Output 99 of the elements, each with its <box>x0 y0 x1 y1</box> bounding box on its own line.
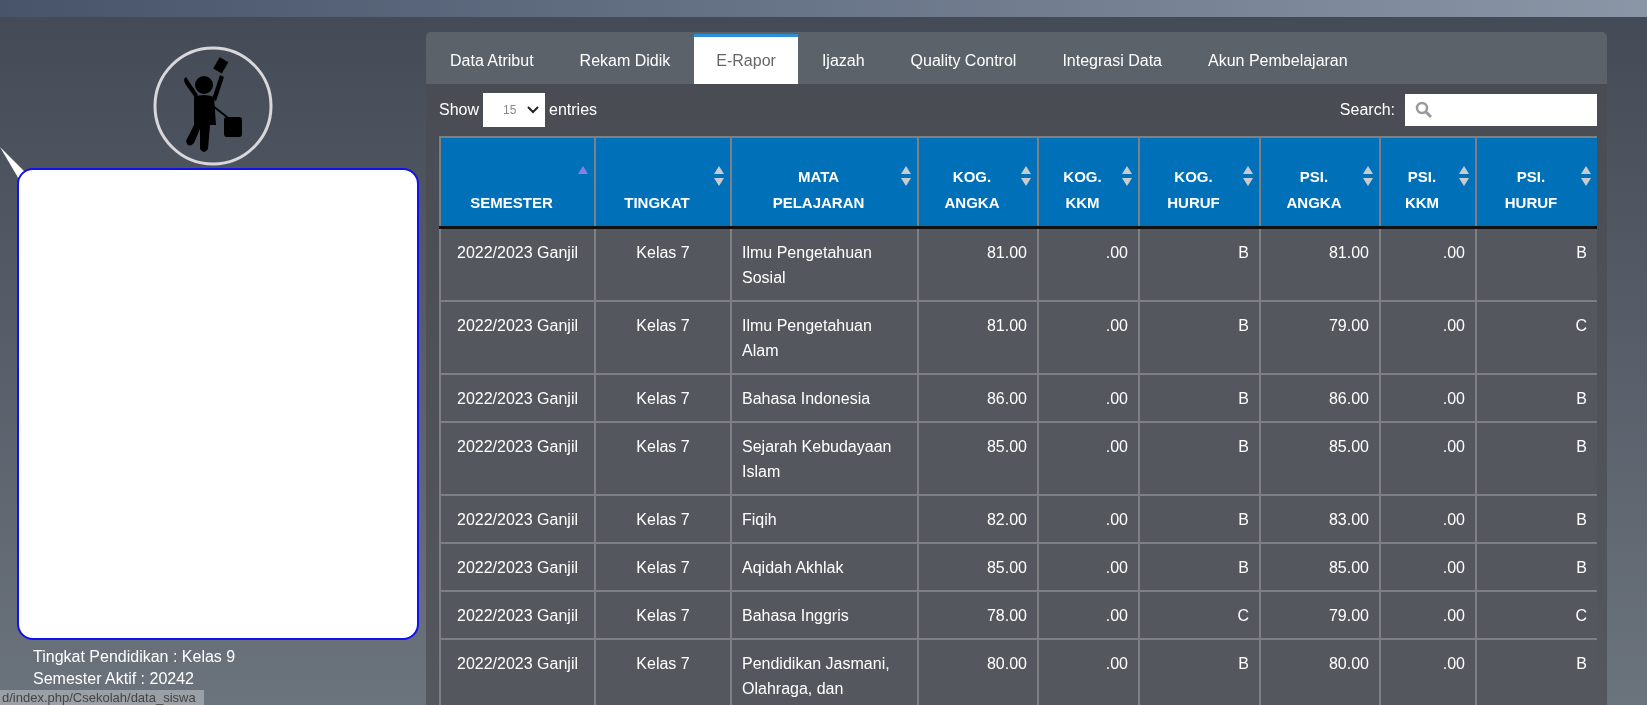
column-header[interactable]: SEMESTER <box>440 137 595 228</box>
table-cell: B <box>1576 438 1587 455</box>
table-cell: B <box>1576 655 1587 672</box>
table-cell: 85.00 <box>986 559 1027 576</box>
table-cell: 2022/2023 Ganjil <box>457 559 578 576</box>
table-cell: Bahasa Inggris <box>742 607 849 624</box>
table-cell: 81.00 <box>986 317 1027 334</box>
tab[interactable]: Akun Pembelajaran <box>1186 34 1370 84</box>
table-cell: .00 <box>1105 607 1128 624</box>
table-cell: .00 <box>1105 511 1128 528</box>
column-header[interactable]: MATA PELAJARAN <box>731 137 918 228</box>
table-cell: 2022/2023 Ganjil <box>457 390 578 407</box>
table-cell: .00 <box>1105 390 1128 407</box>
table-cell: Aqidah Akhlak <box>742 559 844 576</box>
table-cell: .00 <box>1442 390 1465 407</box>
table-cell: .00 <box>1105 438 1128 455</box>
table-cell: .00 <box>1442 559 1465 576</box>
table-cell: B <box>1576 559 1587 576</box>
table-cell: B <box>1238 244 1249 261</box>
table-cell: C <box>1575 607 1587 624</box>
table-cell: 2022/2023 Ganjil <box>457 438 578 455</box>
table-cell: Kelas 7 <box>636 390 690 407</box>
column-header[interactable]: PSI. ANGKA <box>1260 137 1380 228</box>
table-cell: .00 <box>1442 607 1465 624</box>
table-cell: B <box>1576 511 1587 528</box>
table-cell: Pendidikan Jasmani, Olahraga, dan <box>742 655 890 697</box>
search-icon <box>1415 101 1433 119</box>
table-cell: Kelas 7 <box>636 317 690 334</box>
show-label: Show <box>439 101 480 119</box>
search-field[interactable] <box>1405 94 1597 126</box>
table-cell: B <box>1238 390 1249 407</box>
table-cell: Sejarah Kebudayaan Islam <box>742 438 892 480</box>
table-cell: Kelas 7 <box>636 511 690 528</box>
table-cell: 86.00 <box>986 390 1027 407</box>
table-cell: 2022/2023 Ganjil <box>457 244 578 261</box>
table-cell: 2022/2023 Ganjil <box>457 607 578 624</box>
table-cell: 2022/2023 Ganjil <box>457 317 578 334</box>
table-cell: 81.00 <box>1328 244 1369 261</box>
tab[interactable]: E-Rapor <box>694 34 798 84</box>
entries-label: entries <box>549 101 598 119</box>
table-cell: 79.00 <box>1328 317 1369 334</box>
column-header[interactable]: KOG. KKM <box>1038 137 1139 228</box>
table-cell: .00 <box>1442 244 1465 261</box>
table-cell: Kelas 7 <box>636 244 690 261</box>
column-header[interactable]: KOG. HURUF <box>1139 137 1260 228</box>
table-cell: B <box>1238 438 1249 455</box>
table-cell: C <box>1575 317 1587 334</box>
chevron-down-icon <box>527 106 540 114</box>
table-cell: 82.00 <box>986 511 1027 528</box>
table-cell: 85.00 <box>986 438 1027 455</box>
table-cell: .00 <box>1105 317 1128 334</box>
table-cell: Ilmu Pengetahuan Sosial <box>742 244 872 286</box>
table-cell: Kelas 7 <box>636 438 690 455</box>
table-cell: 2022/2023 Ganjil <box>457 655 578 672</box>
entries-select[interactable]: 15 <box>483 93 546 127</box>
table-cell: B <box>1238 511 1249 528</box>
profile-detail: Semester Aktif : 20242 <box>33 669 195 689</box>
table-cell: .00 <box>1442 317 1465 334</box>
table-cell: Kelas 7 <box>636 607 690 624</box>
table-cell: C <box>1237 607 1249 624</box>
table-cell: 83.00 <box>1328 511 1369 528</box>
table-cell: B <box>1238 317 1249 334</box>
table-cell: Ilmu Pengetahuan Alam <box>742 317 872 359</box>
table-cell: .00 <box>1105 655 1128 672</box>
table-cell: Kelas 7 <box>636 559 690 576</box>
tab[interactable]: Ijazah <box>799 34 887 84</box>
profile-detail: Tingkat Pendidikan : Kelas 9 <box>33 647 236 667</box>
table-cell: 85.00 <box>1328 559 1369 576</box>
table-cell: B <box>1576 390 1587 407</box>
table-cell: 85.00 <box>1328 438 1369 455</box>
table-cell: .00 <box>1442 438 1465 455</box>
column-header[interactable]: TINGKAT <box>595 137 731 228</box>
table-cell: 80.00 <box>1328 655 1369 672</box>
column-header[interactable]: PSI. KKM <box>1380 137 1476 228</box>
search-label: Search: <box>1339 101 1395 119</box>
table-cell: 80.00 <box>986 655 1027 672</box>
table-cell: 79.00 <box>1328 607 1369 624</box>
table-cell: 78.00 <box>986 607 1027 624</box>
tab[interactable]: Rekam Didik <box>557 34 693 84</box>
table-cell: .00 <box>1105 244 1128 261</box>
student-avatar-icon <box>152 45 274 167</box>
table-cell: B <box>1238 655 1249 672</box>
table-cell: B <box>1238 559 1249 576</box>
table-cell: Bahasa Indonesia <box>742 390 871 407</box>
table-cell: .00 <box>1442 655 1465 672</box>
table-cell: .00 <box>1442 511 1465 528</box>
tab[interactable]: Quality Control <box>888 34 1039 84</box>
column-header[interactable]: PSI. HURUF <box>1476 137 1597 228</box>
table-cell: .00 <box>1105 559 1128 576</box>
table-cell: 2022/2023 Ganjil <box>457 511 578 528</box>
table-cell: Fiqih <box>742 511 777 528</box>
tab[interactable]: Data Atribut <box>428 34 556 84</box>
table-cell: 81.00 <box>986 244 1027 261</box>
column-header[interactable]: KOG. ANGKA <box>918 137 1038 228</box>
status-url: d/index.php/Csekolah/data_siswa <box>0 690 204 705</box>
tab[interactable]: Integrasi Data <box>1040 34 1184 84</box>
table-cell: Kelas 7 <box>636 655 690 672</box>
table-cell: 86.00 <box>1328 390 1369 407</box>
table-cell: B <box>1576 244 1587 261</box>
